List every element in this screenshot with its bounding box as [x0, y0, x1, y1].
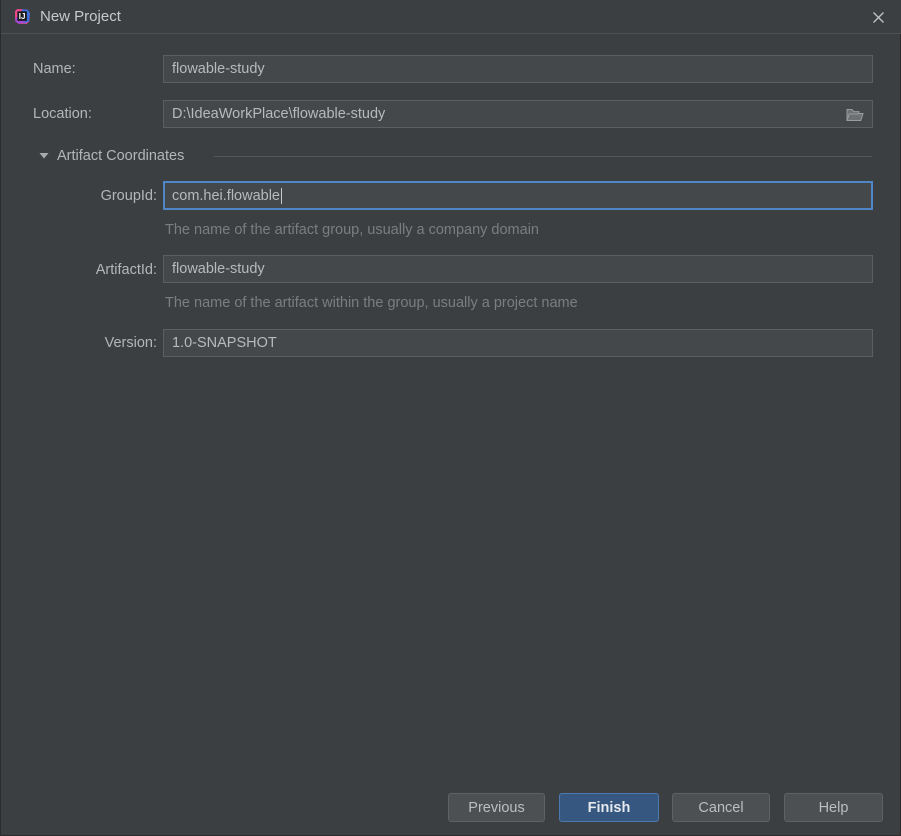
- group-id-label: GroupId:: [100, 188, 157, 204]
- artifact-id-input[interactable]: flowable-study: [163, 255, 873, 283]
- artifact-id-hint: The name of the artifact within the grou…: [165, 295, 578, 311]
- version-label: Version:: [104, 335, 157, 351]
- artifact-id-input-value: flowable-study: [172, 261, 265, 277]
- cancel-button[interactable]: Cancel: [672, 793, 770, 822]
- version-input[interactable]: 1.0-SNAPSHOT: [163, 329, 873, 357]
- finish-button[interactable]: Finish: [559, 793, 659, 822]
- intellij-idea-icon: IJ: [14, 8, 31, 25]
- group-id-hint: The name of the artifact group, usually …: [165, 222, 539, 238]
- section-divider: [214, 156, 872, 157]
- artifact-coordinates-label: Artifact Coordinates: [57, 148, 185, 164]
- name-input-value: flowable-study: [172, 61, 265, 77]
- svg-text:IJ: IJ: [19, 12, 26, 21]
- artifact-id-label: ArtifactId:: [95, 262, 157, 278]
- name-label: Name:: [33, 61, 76, 77]
- dialog-title: New Project: [40, 8, 121, 25]
- chevron-down-icon[interactable]: [37, 148, 51, 162]
- location-label: Location:: [33, 106, 92, 122]
- titlebar-separator: [1, 33, 901, 34]
- location-input[interactable]: D:\IdeaWorkPlace\flowable-study: [163, 100, 873, 128]
- folder-icon[interactable]: [839, 102, 871, 128]
- location-input-value: D:\IdeaWorkPlace\flowable-study: [172, 106, 386, 122]
- text-caret: [281, 187, 282, 204]
- group-id-input[interactable]: com.hei.flowable: [163, 181, 873, 210]
- name-input[interactable]: flowable-study: [163, 55, 873, 83]
- group-id-input-value: com.hei.flowable: [172, 187, 280, 204]
- dialog-titlebar: IJ New Project: [1, 0, 901, 34]
- new-project-dialog: IJ New Project Name: flowable-study Loca…: [0, 0, 901, 836]
- help-button[interactable]: Help: [784, 793, 883, 822]
- version-input-value: 1.0-SNAPSHOT: [172, 335, 277, 351]
- previous-button[interactable]: Previous: [448, 793, 545, 822]
- close-icon[interactable]: [864, 4, 892, 30]
